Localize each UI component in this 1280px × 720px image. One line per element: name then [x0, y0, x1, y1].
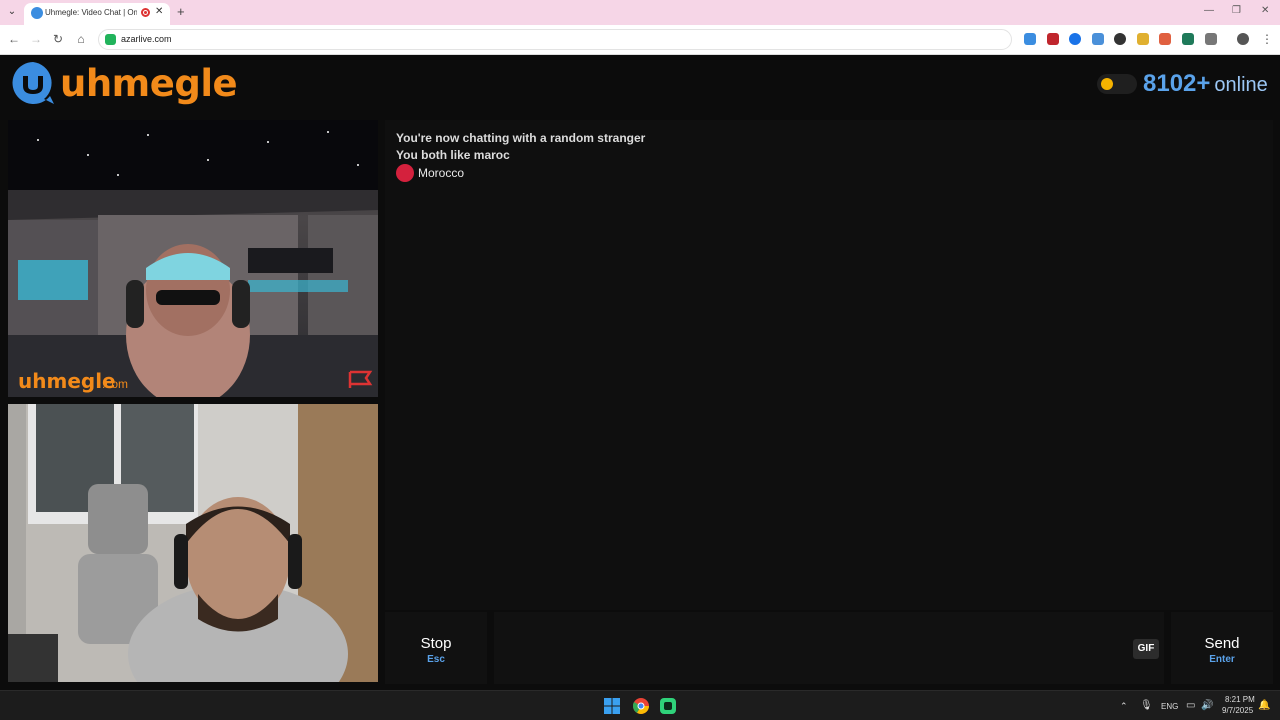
logo-text: uhmegle	[60, 62, 238, 105]
extension-icon[interactable]	[1159, 33, 1171, 45]
forward-icon[interactable]: →	[28, 32, 44, 46]
self-video	[8, 404, 378, 682]
gif-button[interactable]: GIF	[1133, 639, 1159, 659]
microphone-icon[interactable]: 🎙	[1140, 700, 1153, 711]
windows-start-icon[interactable]	[604, 698, 620, 714]
network-icon[interactable]: ▭	[1186, 700, 1195, 711]
maximize-icon[interactable]: ❐	[1232, 5, 1241, 16]
online-count: 8102+	[1143, 70, 1211, 97]
browser-menu-icon[interactable]: ⋮	[1259, 32, 1275, 46]
language-indicator[interactable]: ENG	[1161, 702, 1178, 711]
address-bar[interactable]: azarlive.com	[98, 29, 1012, 50]
url-text: azarlive.com	[121, 34, 172, 44]
online-counter: 8102+ online	[1143, 70, 1268, 98]
country-name: Morocco	[418, 166, 465, 180]
clock-date[interactable]: 9/7/2025	[1222, 706, 1253, 715]
theme-toggle[interactable]	[1097, 74, 1137, 94]
extension-icon[interactable]	[1069, 33, 1081, 45]
back-icon[interactable]: ←	[6, 32, 22, 46]
extension-icon[interactable]	[1024, 33, 1036, 45]
stranger-watermark-suffix: .com	[102, 377, 128, 391]
extension-icon[interactable]	[1114, 33, 1126, 45]
window-close-icon[interactable]: ✕	[1261, 5, 1269, 16]
chat-system-message: You're now chatting with a random strang…	[396, 131, 646, 145]
sun-icon	[1101, 78, 1113, 90]
extension-icon[interactable]	[1182, 33, 1194, 45]
stranger-video: uhmegle .com	[8, 120, 378, 397]
site-info-icon[interactable]	[105, 34, 116, 45]
tab-title: Uhmegle: Video Chat | Ome	[45, 8, 137, 17]
reload-icon[interactable]: ↻	[50, 32, 66, 46]
morocco-flag-icon	[396, 164, 414, 182]
windows-taskbar: ⌃ 🎙 ENG ▭ 🔊 8:21 PM 9/7/2025 🔔	[0, 690, 1280, 720]
site-favicon-icon	[31, 7, 43, 19]
stop-shortcut: Esc	[427, 654, 445, 665]
chat-common-interest: You both like maroc	[396, 148, 510, 162]
stranger-video-frame: uhmegle .com	[8, 120, 378, 397]
stop-button[interactable]: Stop Esc	[385, 612, 487, 684]
volume-icon[interactable]: 🔊	[1201, 700, 1213, 711]
send-label: Send	[1204, 635, 1240, 652]
tray-overflow-icon[interactable]: ⌃	[1120, 701, 1128, 712]
app-taskbar-icon[interactable]	[660, 698, 676, 714]
recording-icon	[141, 8, 150, 17]
self-video-frame	[8, 404, 378, 682]
browser-toolbar: ← → ↻ ⌂ azarlive.com ⋮	[0, 25, 1280, 55]
chrome-taskbar-icon[interactable]	[633, 698, 649, 714]
home-icon[interactable]: ⌂	[73, 32, 89, 46]
tab-search-icon[interactable]: ⌄	[4, 4, 20, 20]
extensions-puzzle-icon[interactable]	[1205, 33, 1217, 45]
close-tab-icon[interactable]: ✕	[155, 6, 163, 17]
send-button[interactable]: Send Enter	[1171, 612, 1273, 684]
chat-bubble-logo-icon	[12, 62, 55, 104]
notification-bell-icon[interactable]: 🔔	[1258, 700, 1270, 711]
extension-icon[interactable]	[1047, 33, 1059, 45]
browser-tab-bar: ⌄ Uhmegle: Video Chat | Ome ✕ + — ❐ ✕	[0, 0, 1280, 25]
chat-log: You're now chatting with a random strang…	[385, 120, 1273, 610]
profile-avatar-icon[interactable]	[1237, 33, 1249, 45]
online-label: online	[1214, 74, 1268, 96]
send-shortcut: Enter	[1209, 654, 1235, 665]
extension-icon[interactable]	[1137, 33, 1149, 45]
extension-icon[interactable]	[1092, 33, 1104, 45]
browser-tab[interactable]: Uhmegle: Video Chat | Ome ✕	[24, 3, 170, 25]
stop-label: Stop	[420, 635, 452, 652]
chat-controls: Stop Esc GIF Send Enter	[385, 612, 1273, 684]
minimize-icon[interactable]: —	[1204, 5, 1214, 16]
clock-time[interactable]: 8:21 PM	[1225, 695, 1255, 704]
stranger-watermark: uhmegle	[18, 369, 116, 393]
uhmegle-page: uhmegle 8102+ online uhmegle .com You're…	[0, 56, 1280, 690]
new-tab-button[interactable]: +	[177, 4, 185, 19]
message-input[interactable]	[494, 612, 1164, 684]
